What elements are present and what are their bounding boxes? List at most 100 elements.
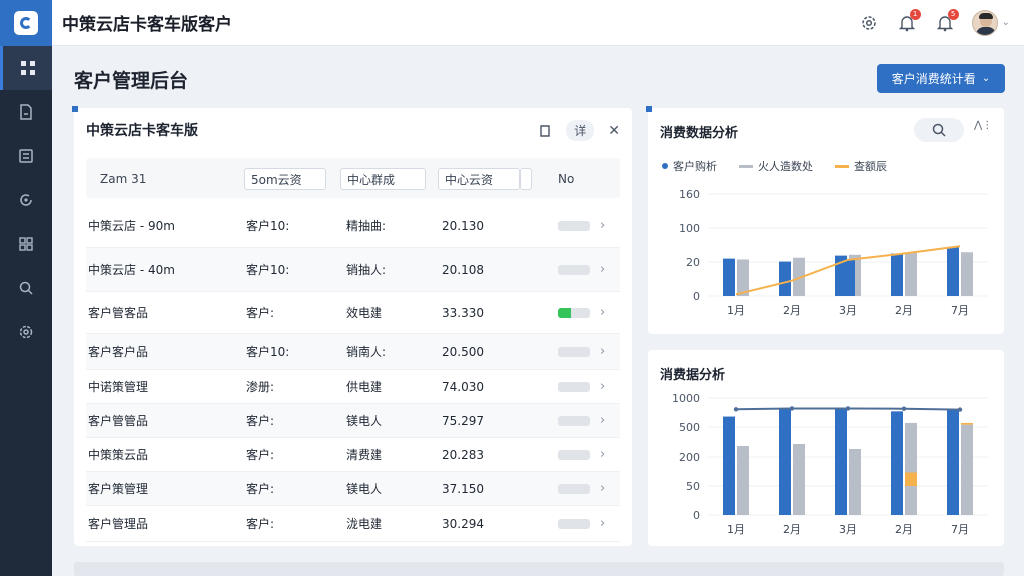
row-contact: 镁电人 [346,414,383,428]
row-client: 客户: [246,517,275,531]
y-tick-label: 20 [686,256,700,269]
row-status-cell [558,472,590,505]
apps-icon [19,237,33,251]
table-row[interactable]: 中策策云品 客户: 清费建 20.283 › [86,438,620,472]
line-point [901,406,907,411]
nav-list[interactable] [0,134,52,178]
row-name: 客户管管品 [88,414,149,428]
chevron-right-icon[interactable]: › [600,292,605,333]
chevron-down-icon: ⌄ [981,73,991,84]
status-toggle[interactable] [558,449,590,460]
nav-apps[interactable] [0,222,52,266]
close-icon[interactable]: ✕ [608,123,620,139]
table-row[interactable]: 客户管管品 客户: 镁电人 75.297 › [86,404,620,438]
filter-center-group[interactable]: 中心群成 [340,168,426,190]
row-status-cell [558,404,590,437]
row-amount: 33.330 [442,305,484,320]
row-status-cell [558,292,590,333]
table-row[interactable]: 客户管理品 客户: 泷电建 30.294 › [86,506,620,542]
x-tick-label: 3月 [839,523,857,536]
chart2-plot: 0 50 200 500 1000 1月 2月 3月 2月 7月 [672,392,988,536]
avatar [971,9,998,36]
sidebar [0,0,52,576]
bar [849,449,861,515]
bar [737,446,749,515]
row-status-cell [558,438,590,471]
filter-center-resource[interactable]: 中心云资 [438,168,520,190]
row-client: 客户: [246,306,275,320]
y-tick-label: 100 [679,222,700,235]
filter-resource[interactable]: 5om云资 [244,168,326,190]
nav-search[interactable] [0,266,52,310]
table-rows: 中策云店 - 90m 客户10: 精抽曲: 20.130 › 中策云店 - 40m 客户10… [86,204,620,542]
x-tick-label: 2月 [895,523,913,536]
line-point [733,407,739,412]
x-tick-label: 2月 [783,523,801,536]
status-toggle[interactable] [558,346,590,357]
x-tick-label: 1月 [727,523,745,536]
row-contact: 供电建 [346,380,383,394]
status-toggle[interactable] [558,381,590,392]
settings-button[interactable] [858,12,880,34]
row-amount: 20.108 [442,262,484,277]
status-toggle[interactable] [558,415,590,426]
report-button-label: 客户消费统计看 [891,72,976,86]
filter-row: Zam 31 5om云资 中心群成 中心云资 No [86,158,620,198]
line-point [845,406,851,411]
row-client: 客户10: [246,219,290,233]
document-icon [20,104,32,120]
filter-date[interactable]: Zam 31 [94,168,152,190]
status-toggle[interactable] [558,483,590,494]
row-contact: 销南人: [346,345,387,359]
table-row[interactable]: 中诺策管理 渗册: 供电建 74.030 › [86,370,620,404]
table-actions: 详 ✕ [538,120,620,141]
filter-no[interactable]: No [552,168,580,190]
page-title: 客户管理后台 [74,70,189,92]
table-row[interactable]: 客户策管理 客户: 镁电人 37.150 › [86,472,620,506]
y-tick-label: 500 [679,421,700,434]
row-name: 中策策云品 [88,448,149,462]
chevron-right-icon[interactable]: › [600,370,605,403]
status-toggle[interactable] [558,307,590,318]
x-tick-label: 2月 [895,304,913,317]
nav-documents[interactable] [0,90,52,134]
row-contact: 效电建 [346,306,383,320]
row-amount: 20.500 [442,344,484,359]
chevron-right-icon[interactable]: › [600,334,605,369]
notification-button[interactable]: 1 [896,8,921,34]
bookmark-icon[interactable] [538,124,552,138]
message-button[interactable]: 5 [934,8,959,34]
customer-table-card: 中策云店卡客车版 详 ✕ Zam 31 5om云资 中心群成 中心云资 No 中… [72,106,632,546]
status-toggle[interactable] [558,264,590,275]
chevron-right-icon[interactable]: › [600,248,605,291]
row-name: 中策云店 - 40m [88,263,175,277]
chevron-right-icon[interactable]: › [600,472,605,505]
table-row[interactable]: 中策云店 - 90m 客户10: 精抽曲: 20.130 › [86,204,620,248]
table-row[interactable]: 客户客户品 客户10: 销南人: 20.500 › [86,334,620,370]
table-card-title: 中策云店卡客车版 [86,123,198,139]
x-tick-label: 1月 [727,304,745,317]
nav-refresh[interactable] [0,178,52,222]
table-row[interactable]: 客户管客品 客户: 效电建 33.330 › [86,292,620,334]
chevron-right-icon[interactable]: › [600,506,605,541]
row-status-cell [558,204,590,247]
filter-toggle[interactable] [520,168,532,190]
bar [905,252,917,296]
refresh-icon [20,194,32,206]
row-name: 客户策管理 [88,482,149,496]
nav-dashboard[interactable] [0,46,52,90]
bar [835,409,847,515]
bottom-scrollbar[interactable] [74,562,1004,576]
status-toggle[interactable] [558,220,590,231]
table-row[interactable]: 中策云店 - 40m 客户10: 销抽人: 20.108 › [86,248,620,292]
status-toggle[interactable] [558,518,590,529]
user-menu[interactable]: ⌄ [971,9,1010,36]
app-logo[interactable] [0,0,52,46]
chevron-right-icon[interactable]: › [600,404,605,437]
detail-button[interactable]: 详 [566,120,595,141]
chevron-right-icon[interactable]: › [600,438,605,471]
nav-settings[interactable] [0,310,52,354]
row-amount: 20.283 [442,447,484,462]
report-dropdown-button[interactable]: 客户消费统计看 ⌄ [877,64,1005,93]
chevron-right-icon[interactable]: › [600,204,605,247]
